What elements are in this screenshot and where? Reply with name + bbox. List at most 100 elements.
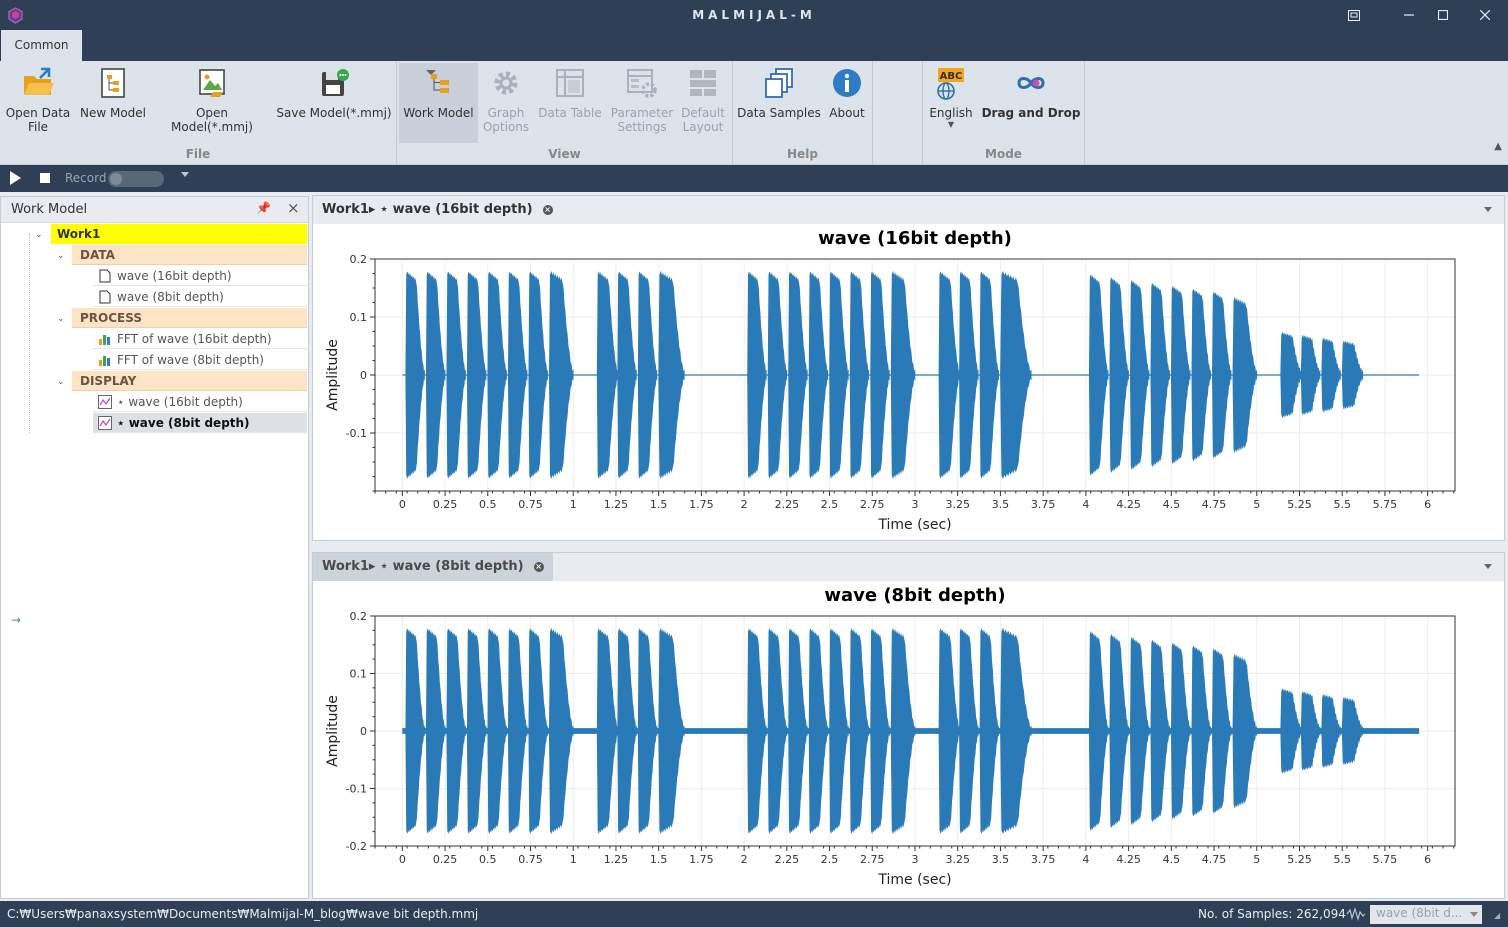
series-burst xyxy=(549,627,574,835)
parameter-settings-label-2: Settings xyxy=(617,120,667,134)
x-tick-label: 3.5 xyxy=(992,498,1010,511)
open-data-file-label-1: Open Data xyxy=(5,106,71,120)
series-burst xyxy=(1150,640,1170,822)
tree-category-data[interactable]: DATA xyxy=(72,245,307,265)
x-tick-label: 1.75 xyxy=(689,498,714,511)
default-layout-button[interactable]: Default Layout xyxy=(677,63,729,143)
data-table-button[interactable]: Data Table xyxy=(535,63,605,143)
open-model-button[interactable]: Open Model(*.mmj) xyxy=(154,63,270,143)
file-path: C:₩Users₩panaxsystem₩Documents₩Malmijal-… xyxy=(7,907,479,921)
resize-grip-icon[interactable]: ◢ xyxy=(1494,911,1504,921)
series-burst xyxy=(767,271,788,479)
tree-item-fft-16bit[interactable]: FFT of wave (16bit depth) xyxy=(93,329,307,349)
tree-root-work1[interactable]: Work1 xyxy=(51,224,307,244)
tree-item-fft-8bit[interactable]: FFT of wave (8bit depth) xyxy=(93,350,307,370)
series-burst xyxy=(1341,340,1364,410)
tree-item-data-wave-16bit[interactable]: wave (16bit depth) xyxy=(93,266,307,286)
series-burst xyxy=(849,271,870,479)
ribbon-group-file: Open Data File New Model Open Model(*.mm… xyxy=(0,61,397,165)
ribbon-group-view: Work Model Graph Options Data Table Para… xyxy=(397,61,733,165)
graph-options-button[interactable]: Graph Options xyxy=(481,63,531,143)
pin-icon[interactable]: 📌 xyxy=(256,201,271,215)
tree-item-display-wave-16bit[interactable]: ⋆ wave (16bit depth) xyxy=(93,392,307,412)
pane-tab-strip: Work1▸ ⋆ wave (8bit depth) × xyxy=(313,553,1504,581)
display-series-select[interactable]: wave (8bit d... xyxy=(1370,905,1482,924)
x-tick-label: 5.25 xyxy=(1287,498,1312,511)
data-samples-label: Data Samples xyxy=(737,106,821,120)
tab-common[interactable]: Common xyxy=(1,30,82,61)
graph-options-label-2: Options xyxy=(482,120,530,134)
chart-wave-8bit[interactable]: wave (8bit depth)0 0.25 0.5 0.75 1 1.25 1.5 1.7… xyxy=(313,581,1504,898)
series-burst xyxy=(466,271,487,479)
close-tab-icon[interactable]: × xyxy=(542,204,553,215)
ribbon-group-label-mode: Mode xyxy=(985,147,1022,161)
series-burst xyxy=(1191,289,1211,461)
pane-tab-wave-16bit[interactable]: Work1▸ ⋆ wave (16bit depth) × xyxy=(313,196,562,224)
pane-menu-chevron-down-icon[interactable] xyxy=(1484,207,1492,212)
expand-work1-chevron-icon[interactable]: ⌄ xyxy=(35,230,45,240)
open-data-file-button[interactable]: Open Data File xyxy=(4,63,72,143)
info-icon xyxy=(833,69,861,97)
series-burst xyxy=(870,628,890,834)
series-burst xyxy=(637,271,658,479)
close-tab-icon[interactable]: × xyxy=(533,561,544,572)
series-burst xyxy=(979,628,1000,834)
expand-display-chevron-icon[interactable]: ⌄ xyxy=(57,377,67,387)
work-model-button[interactable]: Work Model xyxy=(399,63,478,143)
title-bar: MALMIJAL-M xyxy=(0,0,1508,30)
work-model-header: Work Model 📌 × xyxy=(1,197,308,223)
open-model-icon xyxy=(199,69,225,97)
x-tick-label: 5.75 xyxy=(1373,498,1398,511)
waveform-icon xyxy=(1346,907,1366,921)
tree-category-display[interactable]: DISPLAY xyxy=(72,371,307,391)
parameter-settings-button[interactable]: Parameter Settings xyxy=(609,63,675,143)
close-panel-icon[interactable]: × xyxy=(287,199,300,217)
data-samples-button[interactable]: Data Samples xyxy=(737,63,821,143)
x-tick-label: 6 xyxy=(1424,498,1431,511)
x-tick-label: 0.5 xyxy=(479,853,497,866)
play-icon[interactable] xyxy=(10,171,21,185)
save-model-button[interactable]: Save Model(*.mmj) xyxy=(276,63,392,143)
minimize-button[interactable] xyxy=(1398,4,1420,26)
x-tick-label: 4.25 xyxy=(1116,853,1141,866)
display-series-select-value: wave (8bit d... xyxy=(1376,906,1463,920)
about-button[interactable]: About xyxy=(825,63,869,143)
series-burst xyxy=(1232,653,1258,809)
record-toggle[interactable] xyxy=(108,171,164,187)
record-options-chevron-down-icon[interactable] xyxy=(181,172,189,177)
record-bar: Record xyxy=(0,165,1508,192)
close-window-button[interactable] xyxy=(1474,4,1496,26)
bar-chart-icon xyxy=(99,356,110,366)
pane-tab-wave-8bit[interactable]: Work1▸ ⋆ wave (8bit depth) × xyxy=(313,553,553,581)
pane-menu-chevron-down-icon[interactable] xyxy=(1484,564,1492,569)
x-tick-label: 2 xyxy=(741,498,748,511)
tree-item-data-wave-8bit[interactable]: wave (8bit depth) xyxy=(93,287,307,307)
collapse-ribbon-chevron-icon[interactable]: ▲ xyxy=(1494,141,1502,152)
graph-options-label-1: Graph xyxy=(487,106,525,120)
ribbon: Open Data File New Model Open Model(*.mm… xyxy=(0,61,1508,165)
expand-process-chevron-icon[interactable]: ⌄ xyxy=(57,314,67,324)
work-model-title: Work Model xyxy=(11,202,88,217)
new-model-button[interactable]: New Model xyxy=(78,63,148,143)
x-tick-label: 1.5 xyxy=(650,853,668,866)
x-tick-label: 3.25 xyxy=(945,853,970,866)
restore-layout-button[interactable] xyxy=(1343,4,1365,26)
tree-item-label: wave (8bit depth) xyxy=(117,290,224,304)
language-select-button[interactable]: ABC English ▼ xyxy=(927,63,975,143)
tree-category-process[interactable]: PROCESS xyxy=(72,308,307,328)
chart-wave-16bit[interactable]: wave (16bit depth)0 0.25 0.5 0.75 1 1.25 1.5 1.… xyxy=(313,224,1504,540)
pane-tab-label: Work1▸ ⋆ wave (16bit depth) xyxy=(322,202,533,217)
stop-icon[interactable] xyxy=(40,173,50,183)
series-burst xyxy=(1000,271,1032,479)
pane-tab-strip: Work1▸ ⋆ wave (16bit depth) × xyxy=(313,196,1504,224)
series-burst xyxy=(747,628,767,834)
y-tick-label: -0.1 xyxy=(346,783,367,796)
tree-item-display-wave-8bit[interactable]: ⋆ wave (8bit depth) xyxy=(93,413,307,433)
series-burst xyxy=(466,628,487,834)
maximize-button[interactable] xyxy=(1432,4,1454,26)
expand-data-chevron-icon[interactable]: ⌄ xyxy=(57,251,67,261)
language-dropdown-icon: ▼ xyxy=(947,120,955,129)
tree-item-label: ⋆ wave (8bit depth) xyxy=(117,416,250,430)
series-burst xyxy=(1232,296,1258,454)
drag-and-drop-button[interactable]: Drag and Drop xyxy=(981,63,1081,143)
